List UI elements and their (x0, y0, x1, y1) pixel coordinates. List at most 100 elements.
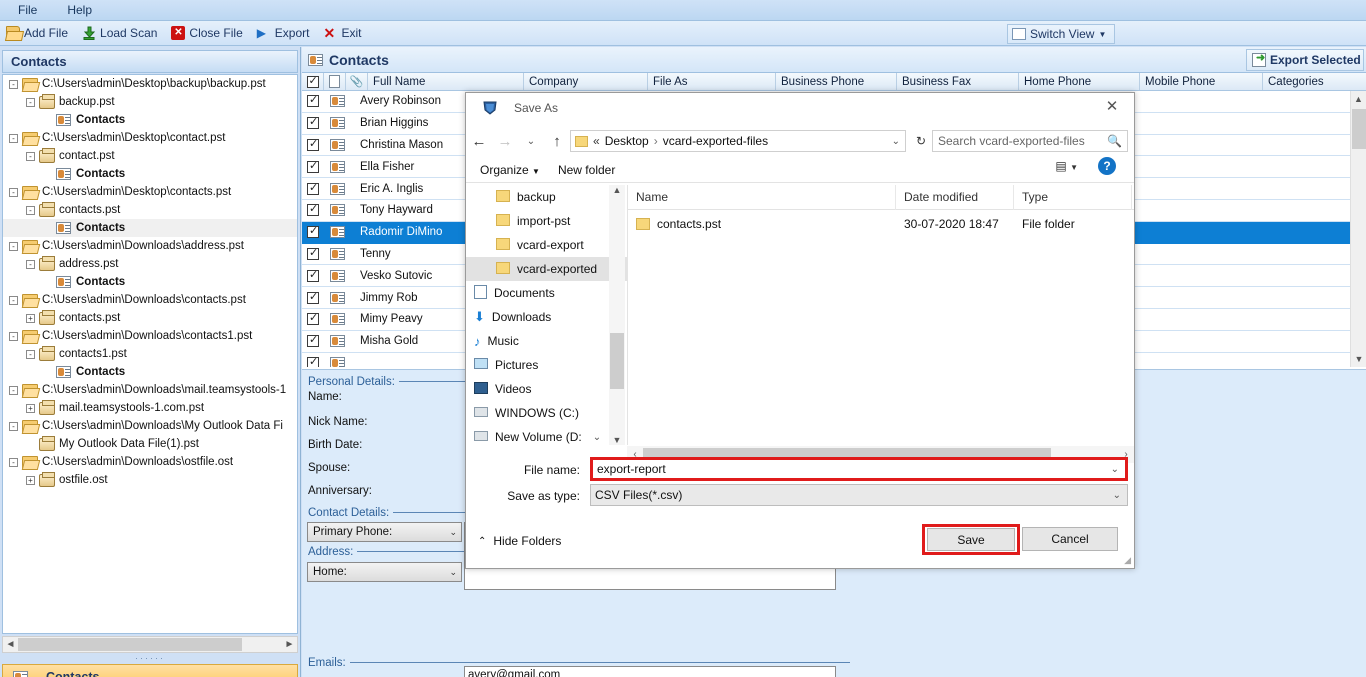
nav-item[interactable]: import-pst (466, 209, 627, 233)
tree-node[interactable]: - address.pst (3, 255, 297, 273)
column-header[interactable]: Categories (1263, 73, 1366, 90)
tree-node[interactable]: - C:\Users\admin\Downloads\ostfile.ost (3, 453, 297, 471)
organize-button[interactable]: Organize ▼ (480, 163, 540, 177)
file-list[interactable]: contacts.pst 30-07-2020 18:47 File folder (628, 210, 1134, 238)
help-icon[interactable]: ? (1098, 157, 1116, 175)
recent-locations-icon[interactable]: ⌄ (518, 136, 544, 147)
collapse-icon[interactable]: - (9, 331, 18, 341)
primary-phone-select[interactable]: Primary Phone: ⌄ (307, 522, 462, 542)
switch-view-button[interactable]: Switch View ▼ (1007, 24, 1115, 44)
tree-node[interactable]: - C:\Users\admin\Downloads\contacts.pst (3, 291, 297, 309)
nav-item[interactable]: Documents (466, 281, 627, 305)
tree-node[interactable]: - C:\Users\admin\Downloads\contacts1.pst (3, 327, 297, 345)
column-header[interactable]: Business Fax (897, 73, 1019, 90)
nav-item[interactable]: Videos (466, 377, 627, 401)
hide-folders-button[interactable]: ⌃ Hide Folders (478, 534, 561, 548)
export-button[interactable]: ▶ Export (257, 26, 310, 40)
collapse-icon[interactable]: - (9, 79, 18, 89)
row-checkbox[interactable] (302, 159, 324, 173)
row-checkbox[interactable] (302, 311, 324, 326)
tree-node[interactable]: - backup.pst (3, 93, 297, 111)
expand-icon[interactable]: + (26, 403, 35, 413)
dialog-navigation-pane[interactable]: backup import-pst vcard-export vcard-export… (466, 185, 627, 445)
search-input[interactable]: Search vcard-exported-files 🔍 (932, 130, 1128, 152)
row-checkbox[interactable] (302, 202, 324, 217)
collapse-icon[interactable]: - (9, 241, 18, 251)
chevron-down-icon[interactable]: ⌄ (1111, 464, 1119, 475)
collapse-icon[interactable]: - (9, 133, 18, 143)
tree-node[interactable]: Contacts (3, 219, 297, 237)
file-row[interactable]: contacts.pst 30-07-2020 18:47 File folder (628, 210, 1134, 238)
file-name-input[interactable]: export-report ⌄ (593, 460, 1125, 478)
panel-splitter[interactable]: ······ (2, 654, 298, 663)
collapse-icon[interactable]: - (26, 97, 35, 107)
attachment-column-icon[interactable]: 📎 (346, 73, 368, 90)
breadcrumb-part-desktop[interactable]: Desktop (605, 134, 649, 148)
collapse-icon[interactable]: - (9, 295, 18, 305)
column-header[interactable]: Company (524, 73, 648, 90)
tree-node[interactable]: Contacts (3, 165, 297, 183)
nav-item[interactable]: ⬇ Downloads (466, 305, 627, 329)
column-header[interactable]: Full Name (368, 73, 524, 90)
view-options-icon[interactable]: ▤ ▼ (1055, 159, 1078, 173)
chevron-down-icon[interactable]: ⌄ (892, 136, 900, 147)
tree-node[interactable]: - C:\Users\admin\Desktop\backup\backup.ps… (3, 75, 297, 93)
tree-horizontal-scrollbar[interactable]: ◄ ► (2, 636, 298, 653)
tree-node[interactable]: Contacts (3, 273, 297, 291)
add-file-button[interactable]: Add File (6, 26, 68, 40)
tree-node[interactable]: - contacts.pst (3, 201, 297, 219)
exit-button[interactable]: ✕ Exit (323, 26, 361, 40)
menu-item-help[interactable]: Help (63, 1, 96, 19)
row-checkbox[interactable] (302, 333, 324, 348)
close-file-button[interactable]: ✕ Close File (171, 26, 243, 40)
column-header[interactable]: Home Phone (1019, 73, 1140, 90)
collapse-icon[interactable]: - (9, 421, 18, 431)
file-column-header[interactable]: Name (628, 184, 896, 210)
tree-node[interactable]: Contacts (3, 111, 297, 129)
nav-item[interactable]: Pictures (466, 353, 627, 377)
scroll-down-arrow-icon[interactable]: ▼ (609, 435, 625, 445)
chevron-down-icon[interactable]: ⌄ (1113, 490, 1121, 501)
column-header[interactable]: Business Phone (776, 73, 897, 90)
column-header[interactable]: File As (648, 73, 776, 90)
home-address-select[interactable]: Home: ⌄ (307, 562, 462, 582)
scroll-thumb[interactable] (610, 333, 624, 389)
expand-icon[interactable]: + (26, 313, 35, 323)
breadcrumb-part-current[interactable]: vcard-exported-files (663, 134, 768, 148)
chevron-down-icon[interactable]: ⌄ (593, 432, 601, 443)
tree-node[interactable]: - C:\Users\admin\Downloads\address.pst (3, 237, 297, 255)
tree-node[interactable]: Contacts (3, 363, 297, 381)
grid-vertical-scrollbar[interactable]: ▲ ▼ (1350, 91, 1366, 367)
row-checkbox[interactable] (302, 137, 324, 151)
nav-item[interactable]: backup (466, 185, 627, 209)
scroll-up-arrow-icon[interactable]: ▲ (609, 185, 625, 195)
tree-node[interactable]: - C:\Users\admin\Downloads\mail.teamsysto… (3, 381, 297, 399)
row-checkbox[interactable] (302, 355, 324, 367)
save-as-type-select[interactable]: CSV Files(*.csv) ⌄ (590, 484, 1128, 506)
tree-node[interactable]: + mail.teamsystools-1.com.pst (3, 399, 297, 417)
nav-item[interactable]: vcard-export (466, 233, 627, 257)
tree-node[interactable]: - contact.pst (3, 147, 297, 165)
row-checkbox[interactable] (302, 181, 324, 195)
file-column-header[interactable]: Date modified (896, 184, 1014, 210)
cancel-button[interactable]: Cancel (1022, 527, 1118, 551)
scroll-thumb[interactable] (18, 638, 242, 651)
export-selected-button[interactable]: Export Selected (1246, 49, 1364, 71)
row-checkbox[interactable] (302, 224, 324, 239)
scroll-thumb[interactable] (1352, 109, 1366, 149)
collapse-icon[interactable]: - (26, 259, 35, 269)
nav-item[interactable]: vcard-exported (466, 257, 627, 281)
nav-item[interactable]: WINDOWS (C:) (466, 401, 627, 425)
tree-node[interactable]: - C:\Users\admin\Downloads\My Outlook Dat… (3, 417, 297, 435)
back-arrow-icon[interactable]: ← (466, 133, 492, 150)
row-checkbox[interactable] (302, 290, 324, 304)
tree-node[interactable]: - C:\Users\admin\Desktop\contacts.pst (3, 183, 297, 201)
tree-node[interactable]: My Outlook Data File(1).pst (3, 435, 297, 453)
sidebar-item-contacts[interactable]: Contacts (2, 664, 298, 677)
collapse-icon[interactable]: - (9, 187, 18, 197)
emails-textbox[interactable]: avery@gmail.com (464, 666, 836, 677)
row-checkbox[interactable] (302, 268, 324, 282)
close-icon[interactable]: ✕ (1090, 93, 1134, 121)
row-checkbox[interactable] (302, 115, 324, 130)
expand-icon[interactable]: + (26, 475, 35, 485)
